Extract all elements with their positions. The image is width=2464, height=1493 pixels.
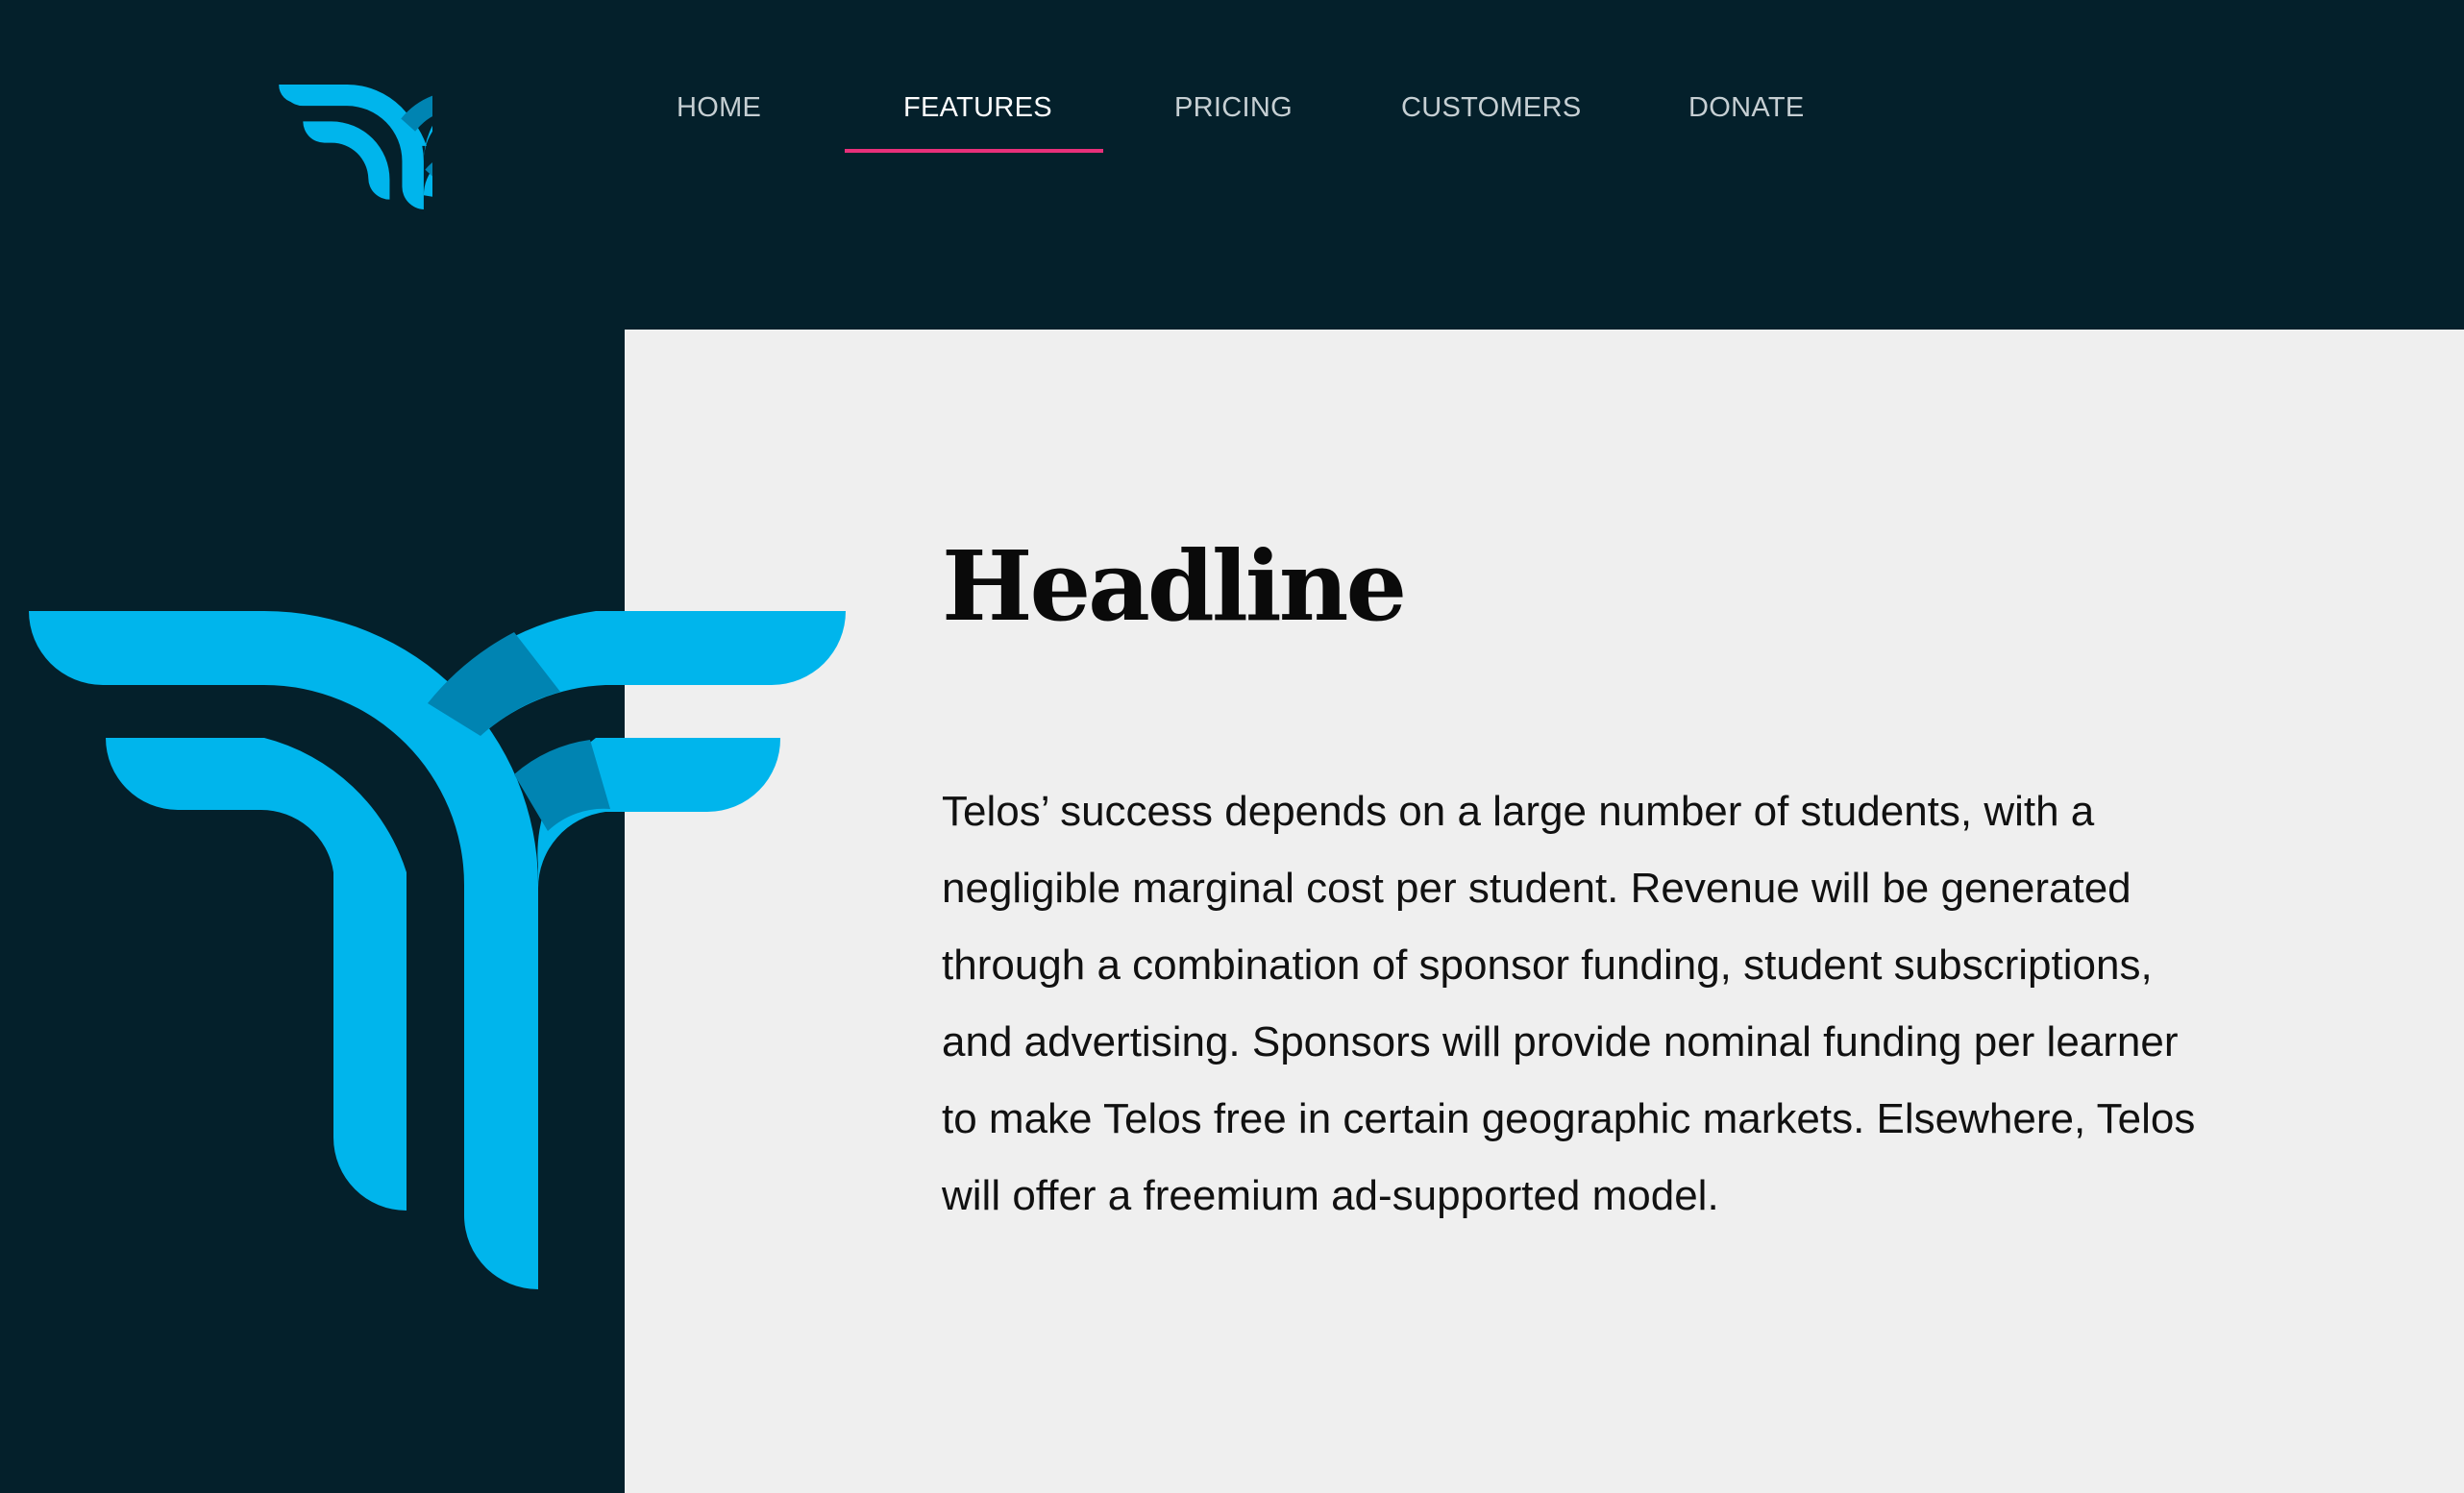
- nav-item-customers[interactable]: CUSTOMERS: [1401, 92, 1581, 124]
- telos-large-logo-icon: [29, 611, 846, 1289]
- body-paragraph: Telos’ success depends on a large number…: [942, 788, 2196, 1219]
- nav-item-home[interactable]: HOME: [677, 92, 761, 124]
- page: HOME FEATURES PRICING CUSTOMERS DONATE H…: [0, 0, 2464, 1493]
- top-nav: HOME FEATURES PRICING CUSTOMERS DONATE: [0, 0, 2464, 209]
- active-tab-underline: [845, 149, 1103, 153]
- page-headline: Headline: [942, 529, 1407, 643]
- nav-item-donate[interactable]: DONATE: [1688, 92, 1805, 124]
- nav-item-pricing[interactable]: PRICING: [1174, 92, 1293, 124]
- telos-logo-icon[interactable]: [279, 85, 432, 209]
- nav-item-features[interactable]: FEATURES: [903, 92, 1052, 124]
- content-panel: Headline Telos’ success depends on a lar…: [625, 330, 2464, 1493]
